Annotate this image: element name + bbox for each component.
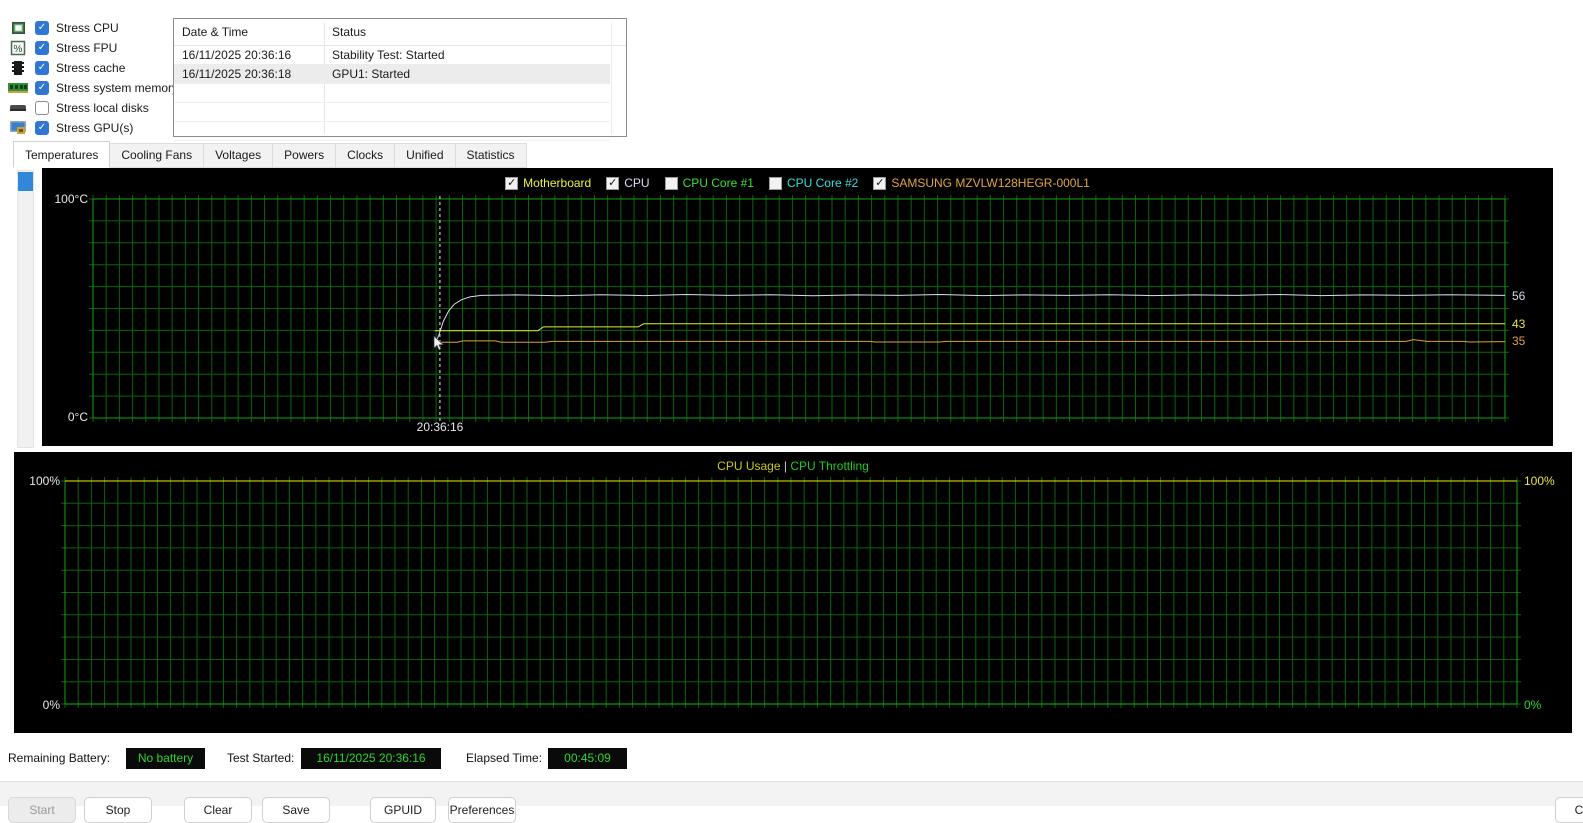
legend-label: CPU Core #2 <box>786 176 859 190</box>
stress-memory-checkbox[interactable]: ✓ <box>35 81 49 95</box>
log-status: Stability Test: Started <box>332 48 445 62</box>
temperature-chart-panel: ✓ Motherboard ✓ CPU CPU Core #1 CPU Core… <box>42 168 1553 446</box>
stress-cpu-checkbox[interactable]: ✓ <box>35 21 49 35</box>
cpu-icon <box>8 20 28 36</box>
stress-cache-checkbox[interactable]: ✓ <box>35 61 49 75</box>
log-status: GPU1: Started <box>332 67 411 81</box>
legend-cpu-core-2[interactable]: CPU Core #2 <box>768 176 859 190</box>
usage-y-max-label: 100% <box>29 474 60 488</box>
start-button[interactable]: Start <box>8 797 76 823</box>
stress-gpu-label: Stress GPU(s) <box>56 121 134 135</box>
tab-unified[interactable]: Unified <box>395 143 456 168</box>
log-row-empty <box>174 83 610 103</box>
stress-disks-option: Stress local disks <box>8 98 149 118</box>
usage-chart <box>61 477 1521 708</box>
event-log-table: Date & Time Status 16/11/2025 20:36:16 S… <box>173 18 627 141</box>
cpu-throttling-title: CPU Throttling <box>790 459 869 473</box>
svg-text:%: % <box>14 44 23 55</box>
stress-cache-label: Stress cache <box>56 61 126 75</box>
column-status[interactable]: Status <box>332 25 366 39</box>
tab-cooling-fans[interactable]: Cooling Fans <box>110 143 205 168</box>
mouse-cursor <box>433 336 444 351</box>
chart-legend: ✓ Motherboard ✓ CPU CPU Core #1 CPU Core… <box>42 176 1553 190</box>
current-value-motherboard: 43 <box>1512 317 1526 331</box>
log-row-empty <box>174 121 610 141</box>
stress-gpu-checkbox[interactable]: ✓ <box>35 121 49 135</box>
stress-fpu-checkbox[interactable]: ✓ <box>35 41 49 55</box>
legend-cpu[interactable]: ✓ CPU <box>606 176 650 190</box>
usage-y-min-label: 0% <box>42 698 60 712</box>
save-button[interactable]: Save <box>262 797 330 823</box>
time-marker-label: 20:36:16 <box>416 420 464 434</box>
legend-motherboard[interactable]: ✓ Motherboard <box>505 176 591 190</box>
elapsed-time-label: Elapsed Time: <box>466 751 543 765</box>
legend-label: SAMSUNG MZVLW128HEGR-000L1 <box>891 176 1090 190</box>
legend-label: CPU Core #1 <box>682 176 754 190</box>
close-button[interactable]: Close <box>1555 797 1583 823</box>
stress-fpu-label: Stress FPU <box>56 41 118 55</box>
log-table-header: Date & Time Status <box>174 19 626 46</box>
stress-memory-label: Stress system memory <box>56 81 179 95</box>
log-datetime: 16/11/2025 20:36:16 <box>182 48 292 62</box>
stress-cache-option: ✓ Stress cache <box>8 58 125 78</box>
cpu-usage-title: CPU Usage <box>717 459 781 473</box>
memory-icon <box>8 80 28 96</box>
disk-icon <box>8 100 28 116</box>
stress-cpu-label: Stress CPU <box>56 21 119 35</box>
current-value-ssd: 35 <box>1512 334 1526 348</box>
log-row[interactable]: 16/11/2025 20:36:16 Stability Test: Star… <box>174 45 610 65</box>
stress-fpu-option: % ✓ Stress FPU <box>8 38 117 58</box>
checkbox-icon[interactable]: ✓ <box>873 176 887 190</box>
tab-statistics[interactable]: Statistics <box>455 143 527 168</box>
scrollbar-thumb[interactable] <box>18 172 33 191</box>
checkbox-icon[interactable]: ✓ <box>606 176 620 190</box>
column-divider <box>611 23 612 134</box>
legend-label: Motherboard <box>523 176 592 190</box>
tab-clocks[interactable]: Clocks <box>336 143 396 168</box>
battery-value: No battery <box>126 748 205 769</box>
gpuid-button[interactable]: GPUID <box>370 797 436 823</box>
fpu-icon: % <box>8 40 28 56</box>
aida64-stability-test-window: { "stress_options": { "items": [ {"label… <box>0 0 1583 823</box>
tab-powers[interactable]: Powers <box>273 143 337 168</box>
y-axis-max-label: 100°C <box>54 192 89 206</box>
stress-disks-label: Stress local disks <box>56 101 149 115</box>
usage-current-value: 100% <box>1524 474 1555 488</box>
battery-label: Remaining Battery: <box>8 751 111 765</box>
checkbox-icon[interactable]: ✓ <box>505 176 519 190</box>
chart-scrollbar[interactable] <box>17 170 34 448</box>
clear-button[interactable]: Clear <box>184 797 252 823</box>
usage-chart-title: CPU Usage | CPU Throttling <box>14 459 1572 473</box>
stress-cpu-option: ✓ Stress CPU <box>8 18 119 38</box>
checkbox-icon[interactable] <box>768 176 782 190</box>
preferences-button[interactable]: Preferences <box>448 797 516 823</box>
legend-samsung-ssd[interactable]: ✓ SAMSUNG MZVLW128HEGR-000L1 <box>873 176 1090 190</box>
y-axis-min-label: 0°C <box>67 410 88 424</box>
log-datetime: 16/11/2025 20:36:18 <box>182 67 292 81</box>
throttling-current-value: 0% <box>1524 698 1542 712</box>
log-row-empty <box>174 102 610 122</box>
chart-tabs: Temperatures Cooling Fans Voltages Power… <box>13 141 527 168</box>
stress-disks-checkbox[interactable] <box>35 101 49 115</box>
cache-icon <box>8 60 28 76</box>
checkbox-icon[interactable] <box>664 176 678 190</box>
temperature-chart <box>89 195 1509 424</box>
tab-temperatures[interactable]: Temperatures <box>13 141 111 168</box>
legend-cpu-core-1[interactable]: CPU Core #1 <box>664 176 754 190</box>
usage-chart-panel: CPU Usage | CPU Throttling 100% 0% 100% … <box>14 452 1572 733</box>
test-started-value: 16/11/2025 20:36:16 <box>301 748 441 769</box>
stop-button[interactable]: Stop <box>84 797 152 823</box>
column-date-time[interactable]: Date & Time <box>182 25 248 39</box>
test-started-label: Test Started: <box>227 751 295 765</box>
tab-voltages[interactable]: Voltages <box>204 143 274 168</box>
elapsed-time-value: 00:45:09 <box>548 748 627 769</box>
stress-gpu-option: ✓ Stress GPU(s) <box>8 118 133 138</box>
log-row[interactable]: 16/11/2025 20:36:18 GPU1: Started <box>174 64 610 84</box>
title-separator: | <box>783 459 787 473</box>
gpu-icon <box>8 120 28 136</box>
stress-memory-option: ✓ Stress system memory <box>8 78 178 98</box>
legend-label: CPU <box>624 176 650 190</box>
current-value-cpu: 56 <box>1512 289 1526 303</box>
